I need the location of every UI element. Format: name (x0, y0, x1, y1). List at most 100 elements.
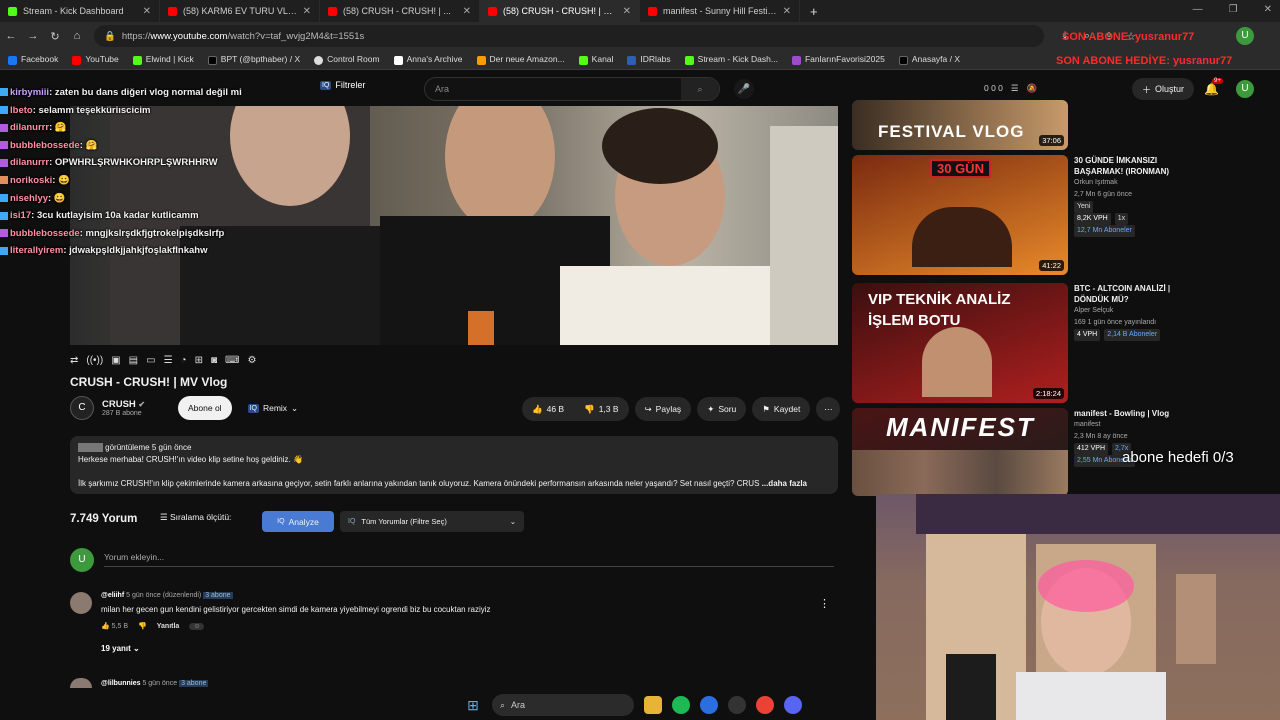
more-actions-button[interactable]: ⋯ (816, 397, 841, 421)
reaction-icon[interactable]: ☺ (189, 622, 205, 630)
obs-icon[interactable] (728, 696, 746, 714)
reply-button[interactable]: Yanıtla (157, 623, 180, 630)
reload-icon[interactable]: ↻ (44, 30, 66, 43)
mic-icon[interactable]: 🎤 (734, 79, 754, 99)
forward-icon[interactable]: → (22, 30, 44, 42)
restore-icon[interactable]: ❐ (1229, 4, 1238, 15)
minimize-icon[interactable]: — (1193, 4, 1203, 15)
commenter-avatar[interactable] (70, 678, 92, 688)
back-icon[interactable]: ← (0, 30, 22, 42)
close-icon[interactable]: ✕ (623, 6, 631, 17)
audio-icon[interactable]: ((•)) (86, 355, 103, 366)
related-thumbnail[interactable]: VIP TEKNİK ANALİZ İŞLEM BOTU 2:18:24 (852, 283, 1068, 403)
profile-avatar[interactable]: U (1236, 27, 1254, 45)
related-thumbnail[interactable]: FESTIVAL VLOG 37:06 (852, 100, 1068, 150)
like-button[interactable]: 👍 46 B (522, 397, 575, 421)
pip-icon[interactable]: ▣ (111, 355, 120, 366)
close-icon[interactable]: ✕ (463, 6, 471, 17)
spotify-icon[interactable] (672, 696, 690, 714)
chrome-icon[interactable] (756, 696, 774, 714)
search-icon[interactable]: ⌕ (681, 78, 719, 100)
search-input[interactable]: Ara ⌕ (424, 77, 720, 101)
keyboard-icon[interactable]: ⌨ (225, 355, 239, 366)
loop-icon[interactable]: ⇄ (70, 355, 78, 366)
bookmark-kanal[interactable]: Kanal (578, 54, 613, 65)
close-icon[interactable]: ✕ (783, 6, 791, 17)
bookmark-annas-archive[interactable]: Anna's Archive (393, 54, 463, 65)
sort-button[interactable]: ☰ Sıralama ölçütü: (160, 512, 231, 523)
channel-name[interactable]: CRUSH (102, 399, 136, 410)
view-count-redacted: 000 B (78, 443, 103, 452)
menu-icon[interactable]: ☰ (1011, 83, 1019, 94)
create-button[interactable]: ＋ Oluştur (1132, 78, 1195, 100)
url-field[interactable]: 🔒 https://www.youtube.com/watch?v=taf_wv… (94, 25, 1044, 47)
sub-badge-icon (0, 194, 8, 203)
bookmark-anasayfa-x[interactable]: Anasayfa / X (898, 54, 960, 65)
webcam-scene (916, 494, 1280, 720)
notifications-icon[interactable]: 🔔 9+ (1204, 78, 1223, 96)
close-window-icon[interactable]: ✕ (1264, 4, 1272, 15)
chat-message: lbeto: selamm teşekküriıscicim (0, 102, 290, 120)
tab-crush-active[interactable]: (58) CRUSH - CRUSH! | MV Vlog✕ (480, 0, 640, 22)
account-avatar[interactable]: U (1236, 80, 1254, 98)
comment-dislike-button[interactable]: 👎 (138, 622, 147, 630)
tab-crush-1[interactable]: (58) CRUSH - CRUSH! | ... ✕ (320, 0, 480, 22)
screen-icon[interactable]: ▭ (146, 355, 155, 366)
bookmark-idrlabs[interactable]: IDRlabs (627, 54, 671, 65)
home-icon[interactable]: ⌂ (66, 30, 88, 42)
film-icon[interactable]: ▤ (129, 355, 138, 366)
speed-icon[interactable]: ◔ (181, 355, 187, 366)
taskbar-search[interactable]: ⌕ Ara (492, 694, 634, 716)
tab-karm6[interactable]: (58) KARM6 EV TURU VLOG !? | ...✕ (160, 0, 320, 22)
bookmark-kick-dash[interactable]: Stream - Kick Dash... (684, 54, 778, 65)
subtitles-icon[interactable]: ☰ (164, 355, 173, 366)
comment-menu-icon[interactable]: ⋮ (819, 597, 830, 610)
file-explorer-icon[interactable] (644, 696, 662, 714)
settings-icon[interactable]: ⚙ (247, 355, 256, 366)
comment-filter-select[interactable]: IQ Tüm Yorumlar (Filtre Seç) ⌄ (340, 511, 524, 532)
camera-icon[interactable]: ◙ (211, 355, 217, 366)
ask-button[interactable]: ✦ Soru (697, 397, 747, 421)
new-tab-button[interactable]: + (800, 4, 828, 19)
save-button[interactable]: ⚑ Kaydet (752, 397, 811, 421)
related-meta[interactable]: BTC - ALTCOIN ANALİZİ | DÖNDÜK MÜ? Alper… (1074, 283, 1192, 341)
channel-avatar[interactable]: C (70, 396, 94, 420)
add-icon[interactable]: ⊞ (195, 355, 203, 366)
dislike-button[interactable]: 👎 1,3 B (574, 397, 629, 421)
related-thumbnail[interactable]: MANIFEST (852, 408, 1068, 496)
windows-start-icon[interactable]: ⊞ (464, 696, 482, 714)
user-avatar: U (70, 548, 94, 572)
add-comment-input[interactable]: Yorum ekleyin... (104, 552, 834, 567)
related-meta[interactable]: 30 GÜNDE İMKANSIZI BAŞARMAK! (IRONMAN) O… (1074, 155, 1192, 237)
bell-off-icon[interactable]: 🔕 (1027, 83, 1038, 94)
bookmark-youtube[interactable]: YouTube (72, 54, 119, 65)
bookmark-control-room[interactable]: Control Room (314, 54, 380, 65)
extension-icon: IQ (247, 403, 259, 413)
bookmark-bpt[interactable]: BPT (@bpthaber) / X (207, 54, 300, 65)
remix-button[interactable]: IQ Remix ⌄ (238, 396, 309, 420)
bookmark-fanlarin[interactable]: FanlarınFavorisi2025 (791, 54, 885, 65)
bookmark-amazon[interactable]: Der neue Amazon... (476, 54, 565, 65)
description-box[interactable]: 000 B görüntüleme 5 gün önce Herkese mer… (70, 436, 838, 494)
bookmark-elwind[interactable]: Elwind | Kick (132, 54, 194, 65)
son-abone-hediye-overlay: SON ABONE HEDİYE: yusranur77 (1056, 55, 1233, 67)
analyze-button[interactable]: IQ Analyze (262, 511, 334, 532)
close-icon[interactable]: ✕ (303, 6, 311, 17)
discord-icon[interactable] (784, 696, 802, 714)
comment-like-button[interactable]: 👍 5,5 B (101, 622, 128, 630)
bookmark-facebook[interactable]: Facebook (8, 54, 58, 65)
related-thumbnail[interactable]: 30 GÜN 41:22 (852, 155, 1068, 275)
share-button[interactable]: ↪ Paylaş (634, 397, 692, 421)
chevron-down-icon: ⌄ (291, 402, 299, 413)
close-icon[interactable]: ✕ (143, 6, 151, 17)
commenter-avatar[interactable] (70, 592, 92, 614)
youtube-icon (648, 6, 657, 16)
replies-toggle[interactable]: 19 yanıt ⌄ (101, 644, 840, 653)
filters-button[interactable]: IQ Filtreler (320, 80, 365, 90)
tab-manifest[interactable]: manifest - Sunny Hill Festival Vl...✕ (640, 0, 800, 22)
show-more-link[interactable]: ...daha fazla (762, 479, 807, 488)
subscribe-button[interactable]: Abone ol (178, 396, 232, 420)
browser-icon[interactable] (700, 696, 718, 714)
youtube-icon (328, 6, 337, 16)
tab-kick-dashboard[interactable]: Stream - Kick Dashboard ✕ (0, 0, 160, 22)
